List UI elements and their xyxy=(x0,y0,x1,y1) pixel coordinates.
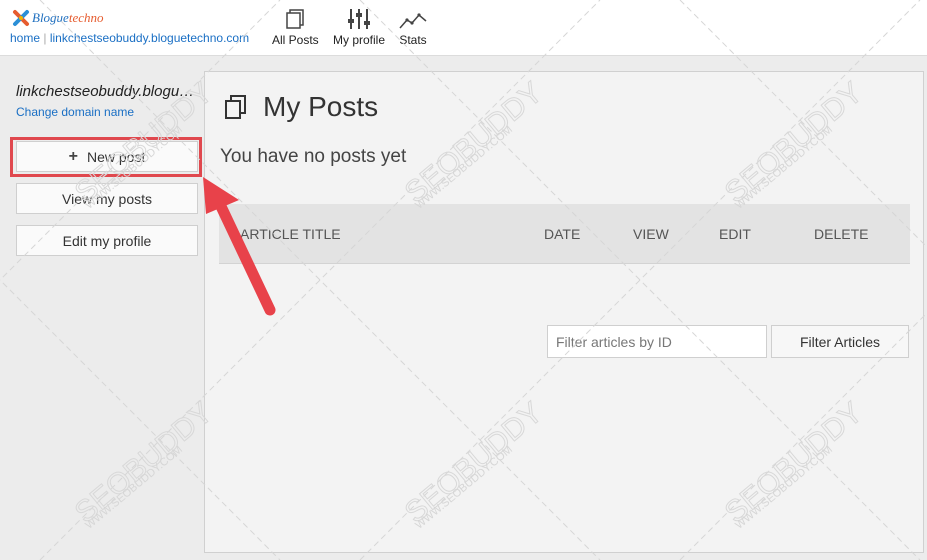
top-bar: Bloguetechno home | linkchestseobuddy.bl… xyxy=(0,0,927,56)
nav-label: My profile xyxy=(333,33,386,47)
nav-stats[interactable]: Stats xyxy=(399,8,427,47)
button-label: View my posts xyxy=(62,190,152,207)
edit-my-profile-button[interactable]: Edit my profile xyxy=(16,225,198,256)
logo-text: Bloguetechno xyxy=(32,10,104,25)
column-header-edit: EDIT xyxy=(719,226,751,242)
filter-articles-button[interactable]: Filter Articles xyxy=(771,325,909,358)
nav-label: Stats xyxy=(399,33,427,47)
highlight-box xyxy=(10,137,202,177)
home-link[interactable]: home xyxy=(10,31,40,45)
change-domain-link[interactable]: Change domain name xyxy=(16,105,134,119)
filter-articles-input[interactable] xyxy=(547,325,767,358)
sliders-icon xyxy=(333,8,385,30)
logo[interactable]: Bloguetechno xyxy=(12,9,103,27)
table-header: ARTICLE TITLE DATE VIEW EDIT DELETE xyxy=(219,204,910,264)
watermark-brand: SEOBUDDY xyxy=(69,396,219,530)
empty-message: You have no posts yet xyxy=(220,146,407,167)
posts-icon xyxy=(223,94,249,125)
posts-icon xyxy=(272,8,319,30)
main-panel xyxy=(204,71,924,553)
page-title: My Posts xyxy=(263,91,379,122)
view-my-posts-button[interactable]: View my posts xyxy=(16,183,198,214)
link-separator: | xyxy=(43,31,47,45)
stats-icon xyxy=(399,8,427,30)
watermark-url: WWW.SEOBUDDY.COM xyxy=(83,444,185,532)
button-label: Edit my profile xyxy=(62,232,152,249)
column-header-delete: DELETE xyxy=(814,226,869,242)
nav-label: All Posts xyxy=(272,33,319,47)
column-header-article-title[interactable]: ARTICLE TITLE xyxy=(240,226,341,242)
column-header-date[interactable]: DATE xyxy=(544,226,580,242)
site-title: linkchestseobuddy.bloguetechno.com xyxy=(16,83,202,100)
logo-x-icon xyxy=(12,9,30,27)
nav-all-posts[interactable]: All Posts xyxy=(272,8,319,47)
domain-link[interactable]: linkchestseobuddy.bloguetechno.com xyxy=(50,31,249,45)
nav-my-profile[interactable]: My profile xyxy=(333,8,385,47)
top-links: home | linkchestseobuddy.bloguetechno.co… xyxy=(10,31,249,45)
column-header-view: VIEW xyxy=(633,226,669,242)
